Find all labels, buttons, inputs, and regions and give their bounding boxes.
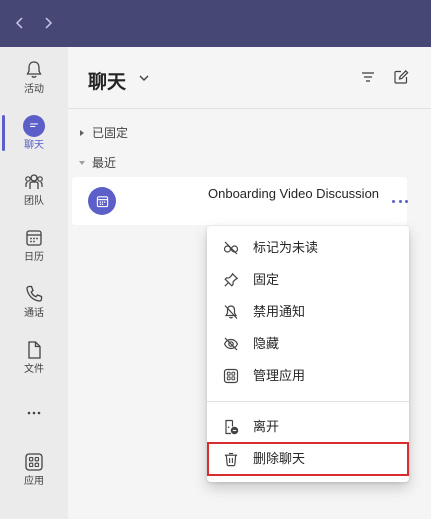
highlight-box xyxy=(207,442,409,476)
menu-item-mark-unread[interactable]: 标记为未读 xyxy=(207,232,409,264)
chat-icon xyxy=(23,115,45,137)
rail-item-files[interactable]: 文件 xyxy=(0,329,68,385)
pin-icon xyxy=(224,272,239,287)
rail-label-calendar: 日历 xyxy=(24,252,44,263)
title-bar xyxy=(0,0,431,47)
rail-item-teams[interactable]: 团队 xyxy=(0,161,68,217)
more-options-icon[interactable] xyxy=(392,194,408,208)
rail-item-activity[interactable]: 活动 xyxy=(0,49,68,105)
section-recent[interactable]: 最近 xyxy=(78,154,116,171)
apps-icon xyxy=(223,368,239,384)
page-title[interactable]: 聊天 xyxy=(88,67,126,94)
menu-label-mark-unread: 标记为未读 xyxy=(253,240,319,255)
chat-list-item[interactable]: Onboarding Video Discussion xyxy=(72,177,408,225)
file-icon xyxy=(28,341,41,359)
section-label-pinned: 已固定 xyxy=(92,126,129,140)
menu-label-mute: 禁用通知 xyxy=(253,304,306,319)
menu-item-hide[interactable]: 隐藏 xyxy=(207,328,409,360)
menu-item-leave[interactable]: 离开 xyxy=(207,411,409,443)
section-pinned[interactable]: 已固定 xyxy=(78,124,128,141)
chevron-left-icon[interactable] xyxy=(10,13,30,33)
chevron-down-icon[interactable] xyxy=(138,72,150,84)
active-indicator xyxy=(2,115,5,151)
bell-off-icon xyxy=(224,305,238,319)
menu-divider xyxy=(207,401,409,402)
section-label-recent: 最近 xyxy=(92,156,117,170)
menu-item-pin[interactable]: 固定 xyxy=(207,264,409,296)
menu-label-manage-apps: 管理应用 xyxy=(253,368,306,383)
caret-down-icon xyxy=(79,160,85,165)
more-icon xyxy=(27,411,41,415)
rail-item-calendar[interactable]: 日历 xyxy=(0,217,68,273)
rail-label-teams: 团队 xyxy=(24,196,44,207)
context-menu: 标记为未读 固定 禁用通知 隐藏 管理应用 离开 删除聊天 xyxy=(207,226,409,482)
menu-item-manage-apps[interactable]: 管理应用 xyxy=(207,360,409,392)
menu-label-hide: 隐藏 xyxy=(253,336,280,351)
chevron-right-icon[interactable] xyxy=(38,13,58,33)
avatar xyxy=(88,187,116,215)
rail-label-calls: 通话 xyxy=(24,308,44,319)
app-rail: 活动 聊天 团队 日历 通话 文件 应用 xyxy=(0,47,68,519)
menu-label-leave: 离开 xyxy=(253,419,280,434)
rail-label-files: 文件 xyxy=(24,364,44,375)
rail-item-calls[interactable]: 通话 xyxy=(0,273,68,329)
teams-icon xyxy=(25,174,43,189)
leave-icon xyxy=(225,419,239,435)
rail-item-apps[interactable]: 应用 xyxy=(0,441,68,497)
phone-icon xyxy=(26,285,43,302)
chat-title: Onboarding Video Discussion xyxy=(208,186,380,201)
filter-icon[interactable] xyxy=(360,69,376,85)
rail-label-activity: 活动 xyxy=(24,84,44,95)
panel-header: 聊天 xyxy=(68,47,431,109)
calendar-icon xyxy=(26,230,42,246)
compose-icon[interactable] xyxy=(393,69,409,85)
rail-label-chat: 聊天 xyxy=(24,140,44,151)
rail-item-chat[interactable]: 聊天 xyxy=(0,105,68,161)
menu-label-pin: 固定 xyxy=(253,272,280,287)
eye-off-icon xyxy=(223,337,239,351)
rail-label-apps: 应用 xyxy=(24,476,44,487)
menu-item-mute[interactable]: 禁用通知 xyxy=(207,296,409,328)
apps-icon xyxy=(25,453,43,471)
caret-right-icon xyxy=(80,129,84,136)
bell-icon xyxy=(26,61,42,78)
rail-item-more[interactable] xyxy=(0,385,68,441)
calendar-icon xyxy=(96,195,108,207)
mark-unread-icon xyxy=(223,241,239,255)
